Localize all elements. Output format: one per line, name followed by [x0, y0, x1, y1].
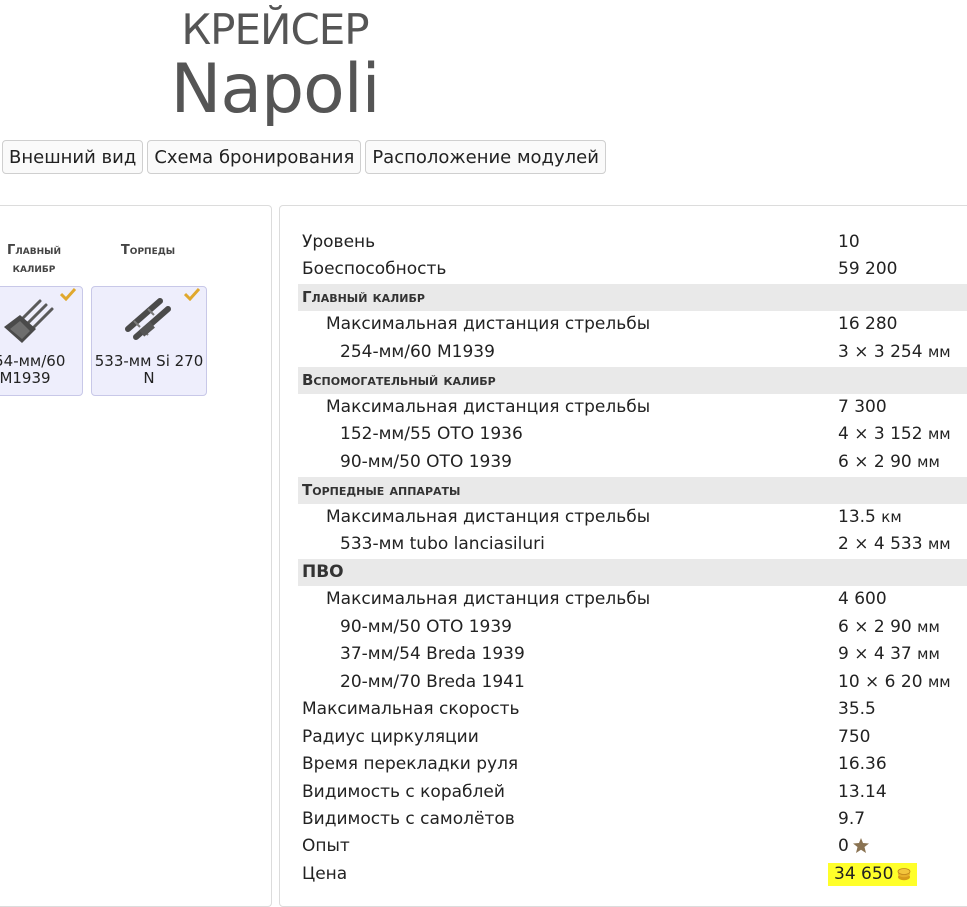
stat-row-turning-radius: Радиус циркуляции 750: [302, 727, 871, 747]
stat-row-main-range: Максимальная дистанция стрельбы 16 280: [326, 314, 898, 334]
price-highlight: 34 650: [828, 863, 918, 886]
stat-row-aa-gun: 37-мм/54 Breda 1939 9 × 4 37 мм: [340, 644, 940, 664]
section-torpedo-tubes: Торпедные аппараты: [298, 477, 967, 504]
stat-row-visibility-air: Видимость с самолётов 9.7: [302, 809, 866, 829]
stat-row-main-gun: 254-мм/60 M1939 3 × 3 254 мм: [340, 342, 951, 362]
stat-row-speed: Максимальная скорость 35.5: [302, 699, 876, 719]
ship-type: КРЕЙСЕР: [181, 5, 369, 54]
stat-row-price: Цена 34 650: [298, 861, 967, 888]
modules-panel: Главный калибр Торпеды 254-мм/60 M1939: [0, 205, 272, 907]
section-secondary-battery: Вспомогательный калибр: [298, 367, 967, 394]
module-card-torpedoes[interactable]: 533-мм Si 270 N: [91, 286, 207, 396]
module-name: 533-мм Si 270 N: [94, 352, 204, 387]
section-main-battery: Главный калибр: [298, 284, 967, 311]
ship-name: Napoli: [170, 50, 380, 129]
stat-row-aa-gun: 90-мм/50 OTO 1939 6 × 2 90 мм: [340, 617, 940, 637]
tab-appearance[interactable]: Внешний вид: [2, 140, 144, 174]
module-name: 254-мм/60 M1939: [0, 352, 66, 387]
stat-row-hp: Боеспособность 59 200: [302, 259, 898, 279]
section-aa: ПВО: [298, 559, 967, 586]
tab-armor-scheme[interactable]: Схема бронирования: [147, 140, 362, 174]
stat-row-secondary-gun: 90-мм/50 OTO 1939 6 × 2 90 мм: [340, 452, 940, 472]
main-battery-turret-icon: [4, 299, 54, 343]
selected-check-icon: [60, 287, 76, 301]
tab-module-layout[interactable]: Расположение модулей: [365, 140, 606, 174]
stat-row-torpedo-launcher: 533-мм tubo lanciasiluri 2 × 4 533 мм: [340, 534, 951, 554]
stat-row-aa-gun: 20-мм/70 Breda 1941 10 × 6 20 мм: [340, 672, 951, 692]
stat-row-xp: Опыт 0: [298, 833, 967, 860]
stat-row-secondary-gun: 152-мм/55 OTO 1936 4 × 3 152 мм: [340, 424, 951, 444]
stat-row-level: Уровень 10: [302, 232, 860, 252]
stat-row-secondary-range: Максимальная дистанция стрельбы 7 300: [326, 397, 887, 417]
torpedo-launcher-icon: [125, 298, 171, 340]
stat-row-visibility-ship: Видимость с кораблей 13.14: [302, 782, 887, 802]
selected-check-icon: [184, 287, 200, 301]
module-card-main-battery[interactable]: 254-мм/60 M1939: [0, 286, 83, 396]
stat-row-torpedo-range: Максимальная дистанция стрельбы 13.5 км: [326, 507, 902, 527]
xp-star-icon: [852, 838, 869, 853]
category-main-battery: Главный калибр: [7, 243, 61, 276]
category-torpedoes: Торпеды: [120, 243, 176, 258]
credits-coin-icon: [898, 868, 911, 881]
stat-row-rudder-shift: Время перекладки руля 16.36: [302, 754, 887, 774]
ship-title: КРЕЙСЕР Napoli: [150, 6, 400, 126]
view-tabs: Внешний вид Схема бронирования Расположе…: [2, 140, 606, 174]
stat-row-aa-range: Максимальная дистанция стрельбы 4 600: [326, 589, 887, 609]
